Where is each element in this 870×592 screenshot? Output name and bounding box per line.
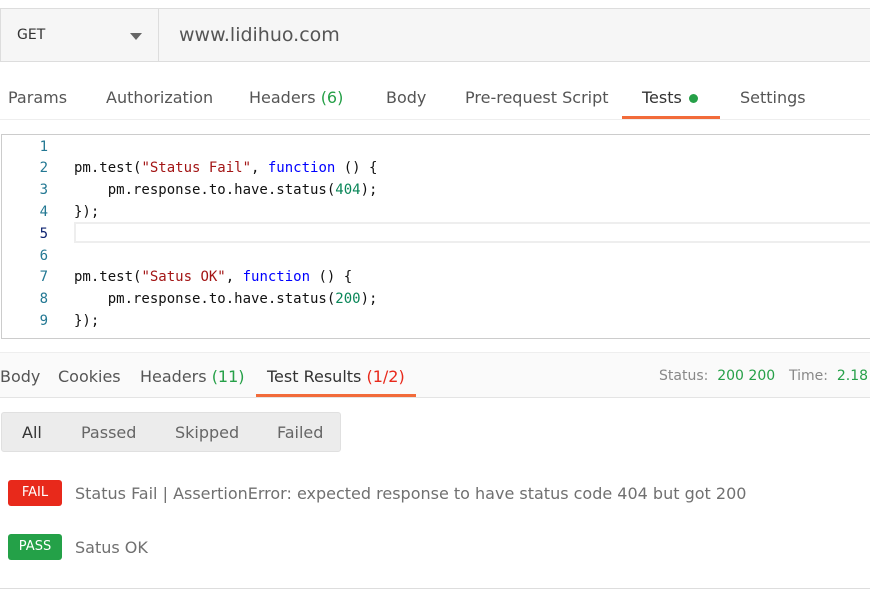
filter-failed[interactable]: Failed [277,423,323,442]
response-tabs: Body Cookies Headers (11) Test Results (… [0,352,870,398]
fail-badge: FAIL [8,480,62,506]
tab-test-results[interactable]: Test Results (1/2) [267,367,405,386]
line-number: 7 [39,269,48,285]
filter-all[interactable]: All [22,423,42,442]
tab-count: (6) [320,88,344,107]
method-select[interactable]: GET [1,9,159,61]
line-number: 2 [39,160,48,176]
tab-pre-request-script[interactable]: Pre-request Script [465,88,609,107]
pass-badge: PASS [8,534,62,560]
filter-skipped[interactable]: Skipped [175,423,239,442]
tab-label: Tests [642,88,682,107]
tab-authorization[interactable]: Authorization [106,88,213,107]
line-number: 1 [39,139,48,155]
tab-label: Headers [140,367,207,386]
line-number: 6 [39,248,48,264]
tab-settings[interactable]: Settings [740,88,806,107]
code-editor[interactable]: 1 2 pm.test("Status Fail", function () { … [1,134,870,339]
line-number: 8 [39,291,48,307]
code-line: pm.test("Status Fail", function () { [74,160,378,176]
status-dot-icon [688,94,698,103]
code-line: pm.response.to.have.status(200); [74,291,378,307]
url-input[interactable]: www.lidihuo.com [159,9,340,61]
time-readout: Time: 2.18 s [789,368,870,384]
tab-headers[interactable]: Headers (6) [249,88,343,107]
tab-tests[interactable]: Tests [642,88,698,107]
tab-label: Headers [249,88,316,107]
line-number: 4 [39,204,48,220]
status-readout: Status: 200 200 [659,368,776,384]
code-line: }); [74,204,100,220]
line-number: 5 [39,226,48,242]
tab-params[interactable]: Params [8,88,67,107]
divider [0,588,870,589]
code-line: pm.test("Satus OK", function () { [74,269,353,285]
tab-label: Test Results [267,367,362,386]
tab-response-body[interactable]: Body [0,367,40,386]
method-label: GET [17,27,46,43]
test-result-item: FAIL Status Fail | AssertionError: expec… [8,480,868,506]
tab-count: (1/2) [366,367,405,386]
url-bar: GET www.lidihuo.com [0,8,870,62]
test-result-text: Satus OK [75,537,148,557]
tab-cookies[interactable]: Cookies [58,367,121,386]
test-result-text: Status Fail | AssertionError: expected r… [75,483,747,503]
result-filters: All Passed Skipped Failed [1,412,341,452]
active-tab-underline [622,116,720,119]
chevron-down-icon [130,33,142,40]
code-line: pm.response.to.have.status(404); [74,182,378,198]
tab-response-headers[interactable]: Headers (11) [140,367,245,386]
line-number: 9 [39,313,48,329]
code-line: }); [74,313,100,329]
filter-passed[interactable]: Passed [81,423,136,442]
request-tabs: Params Authorization Headers (6) Body Pr… [0,76,870,120]
test-result-item: PASS Satus OK [8,534,868,560]
current-line-highlight [74,222,870,243]
line-number: 3 [39,182,48,198]
active-tab-underline [256,394,416,397]
tab-count: (11) [211,367,245,386]
tab-body[interactable]: Body [386,88,426,107]
